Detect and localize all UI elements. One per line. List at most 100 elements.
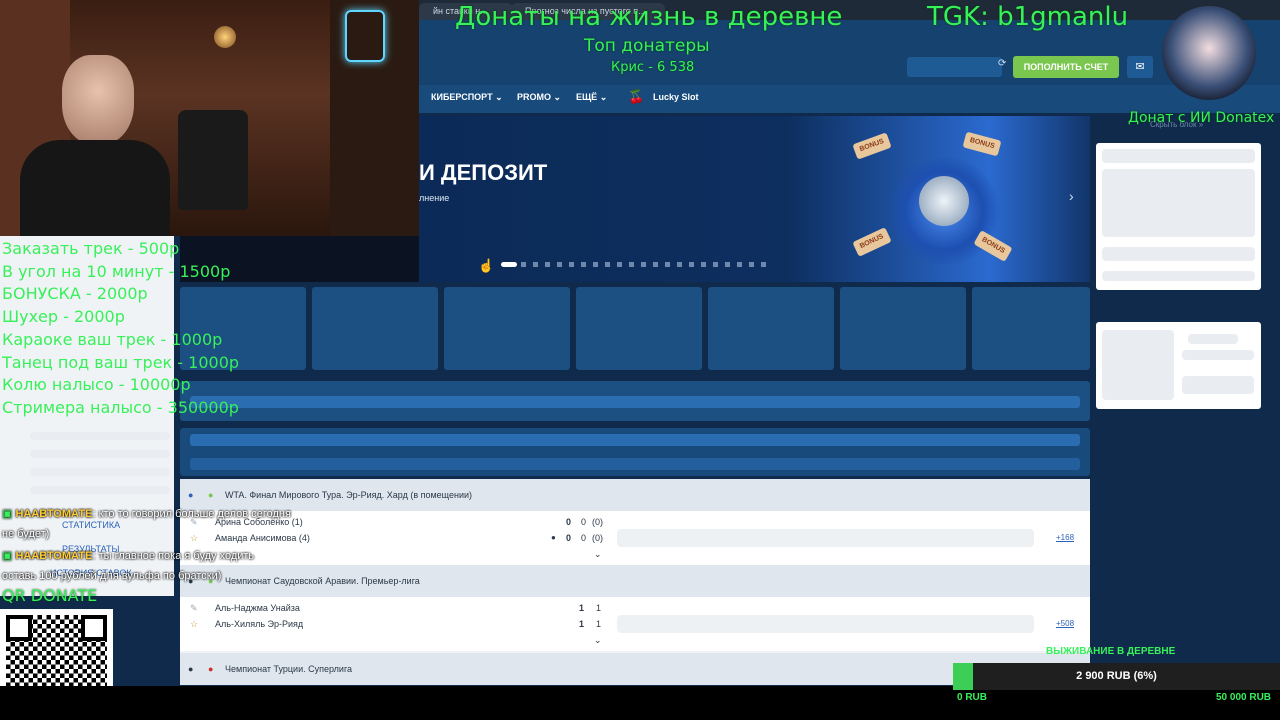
- skeleton: [30, 468, 170, 476]
- right-sidebar: Скрыть блок »: [1090, 116, 1280, 720]
- price-item: Шухер - 2000р: [2, 307, 125, 327]
- chat-badge-icon: ▣: [2, 550, 13, 562]
- qr-finder: [81, 615, 107, 641]
- mouse-cursor-icon: ☝: [478, 258, 495, 273]
- ai-donate-label: Донат с ИИ Donatex: [1128, 110, 1275, 126]
- skeleton: [1102, 247, 1255, 261]
- odds-bar[interactable]: [617, 615, 1034, 633]
- survival-label: ВЫЖИВАНИЕ В ДЕРЕВНЕ: [1046, 646, 1176, 657]
- price-item: Караоке ваш трек - 1000р: [2, 329, 223, 349]
- league-title: Чемпионат Саудовской Аравии. Премьер-лиг…: [225, 576, 420, 586]
- goal-max: 50 000 RUB: [1216, 692, 1272, 703]
- price-item: БОНУСКА - 2000р: [2, 284, 148, 304]
- bonus-ticket: BONUS: [852, 132, 892, 160]
- skeleton: [1102, 149, 1255, 163]
- banner-subtitle: лнение: [419, 193, 450, 203]
- league-header[interactable]: ● ● WTA. Финал Мирового Тура. Эр-Рияд. Х…: [180, 479, 1090, 511]
- pin-icon[interactable]: ✎: [190, 603, 198, 614]
- skeleton: [1182, 350, 1254, 360]
- price-item: Колю налысо - 10000р: [2, 375, 191, 395]
- top-donors-heading: Топ донатеры: [584, 36, 710, 56]
- banner-next-arrow-icon[interactable]: ›: [1069, 188, 1074, 204]
- menu-statistics[interactable]: СТАТИСТИКА: [62, 520, 120, 530]
- skeleton: [1102, 330, 1174, 400]
- star-icon[interactable]: ☆: [190, 619, 198, 630]
- promo-banner[interactable]: И ДЕПОЗИТ лнение BONUS BONUS BONUS BONUS…: [419, 116, 1090, 282]
- score: 1: [579, 603, 585, 613]
- cherry-icon: 🍒: [628, 89, 645, 104]
- match-row[interactable]: ✎ ☆ Арина Соболенко (1) Аманда Анисимова…: [180, 511, 1090, 565]
- balance-field[interactable]: [907, 57, 1002, 77]
- chat-text: : кто то говорил больше делов сегодня: [92, 508, 291, 520]
- price-list: Заказать трек - 500р В угол на 10 минут …: [2, 238, 239, 420]
- chat-text: : ты главное пока я буду ходить: [92, 550, 255, 562]
- chat-username: НААВТОМАТЕ: [15, 550, 93, 562]
- neon-sign-icon: [345, 10, 385, 62]
- site-nav: КИБЕРСПОРТ ⌄ PROMO ⌄ ЕЩЁ ⌄ 🍒 Lucky Slot: [419, 85, 1280, 113]
- webcam-feed: [0, 0, 419, 236]
- nav-promo[interactable]: PROMO ⌄: [517, 85, 561, 113]
- score: 0: [566, 517, 572, 527]
- sport-card[interactable]: [576, 287, 702, 370]
- refresh-icon[interactable]: ⟳: [998, 58, 1008, 76]
- mail-icon[interactable]: ✉: [1127, 56, 1153, 78]
- qr-finder: [6, 615, 32, 641]
- star-icon[interactable]: ☆: [190, 533, 198, 544]
- score: 0: [566, 533, 572, 543]
- score: (0): [592, 533, 603, 543]
- goal-min: 0 RUB: [957, 692, 988, 703]
- sport-card[interactable]: [708, 287, 834, 370]
- top-donor: Крис - 6 538: [611, 60, 695, 75]
- nav-esports[interactable]: КИБЕРСПОРТ ⌄: [431, 85, 503, 113]
- odds-bar[interactable]: [617, 529, 1034, 547]
- match-row[interactable]: ✎ ☆ Аль-Наджма Унайза Аль-Хиляль Эр-Рияд…: [180, 597, 1090, 651]
- price-item: В угол на 10 минут - 1500р: [2, 261, 231, 281]
- sport-card[interactable]: [840, 287, 966, 370]
- skeleton: [30, 486, 170, 494]
- streamer-face: [62, 55, 134, 145]
- qr-donate-label: QR DONATE: [2, 586, 98, 605]
- league-title: Чемпионат Турции. Суперлига: [225, 664, 353, 674]
- league-header[interactable]: ● ● Чемпионат Саудовской Аравии. Премьер…: [180, 565, 1090, 597]
- more-markets-link[interactable]: +508: [1056, 619, 1074, 628]
- promo-panel: [1096, 322, 1261, 409]
- chevron-down-icon[interactable]: ⌄: [594, 635, 602, 646]
- bottom-strip: [0, 686, 1280, 720]
- banner-pagination[interactable]: [501, 262, 771, 268]
- team-name: Аль-Хиляль Эр-Рияд: [215, 619, 304, 629]
- soccer-icon: ●: [188, 664, 194, 674]
- score: 0: [581, 517, 587, 527]
- chat-message-cont: оставь 100 рублей для вульфа по братски): [2, 570, 222, 582]
- skeleton: [30, 432, 170, 440]
- deposit-button[interactable]: ПОПОЛНИТЬ СЧЕТ: [1013, 56, 1119, 78]
- bonus-ticket: BONUS: [962, 131, 1002, 157]
- filter-bar[interactable]: [190, 434, 1080, 446]
- score: 1: [579, 619, 585, 629]
- skeleton: [30, 450, 170, 458]
- pagination-dots[interactable]: [521, 262, 769, 267]
- more-markets-link[interactable]: +168: [1056, 533, 1074, 542]
- telegram-label: TGK: b1gmanlu: [927, 2, 1129, 32]
- banner-headline: И ДЕПОЗИТ: [419, 160, 548, 185]
- team-name: Аль-Наджма Унайза: [215, 603, 300, 613]
- filter-bar[interactable]: [190, 458, 1080, 470]
- score: (0): [592, 517, 603, 527]
- pagination-dot-active[interactable]: [501, 262, 517, 267]
- filter-bar[interactable]: [190, 396, 1080, 408]
- team-name: Аманда Анисимова (4): [215, 533, 310, 543]
- nav-more[interactable]: ЕЩЁ ⌄: [576, 85, 607, 113]
- sport-card[interactable]: [444, 287, 570, 370]
- chat-message-cont: не будет): [2, 528, 50, 540]
- chevron-down-icon[interactable]: ⌄: [594, 549, 602, 560]
- score: 0: [581, 533, 587, 543]
- vtuber-avatar: [1162, 6, 1256, 100]
- nav-lucky-slot[interactable]: Lucky Slot: [653, 85, 699, 113]
- events-list: ● ● WTA. Финал Мирового Тура. Эр-Рияд. Х…: [180, 479, 1090, 685]
- score: 1: [596, 619, 602, 629]
- streamer-body: [20, 140, 170, 236]
- chat-username: НААВТОМАТЕ: [15, 508, 93, 520]
- sport-card[interactable]: [972, 287, 1090, 370]
- gaming-chair: [178, 110, 248, 210]
- skeleton: [1182, 376, 1254, 394]
- sport-card[interactable]: [312, 287, 438, 370]
